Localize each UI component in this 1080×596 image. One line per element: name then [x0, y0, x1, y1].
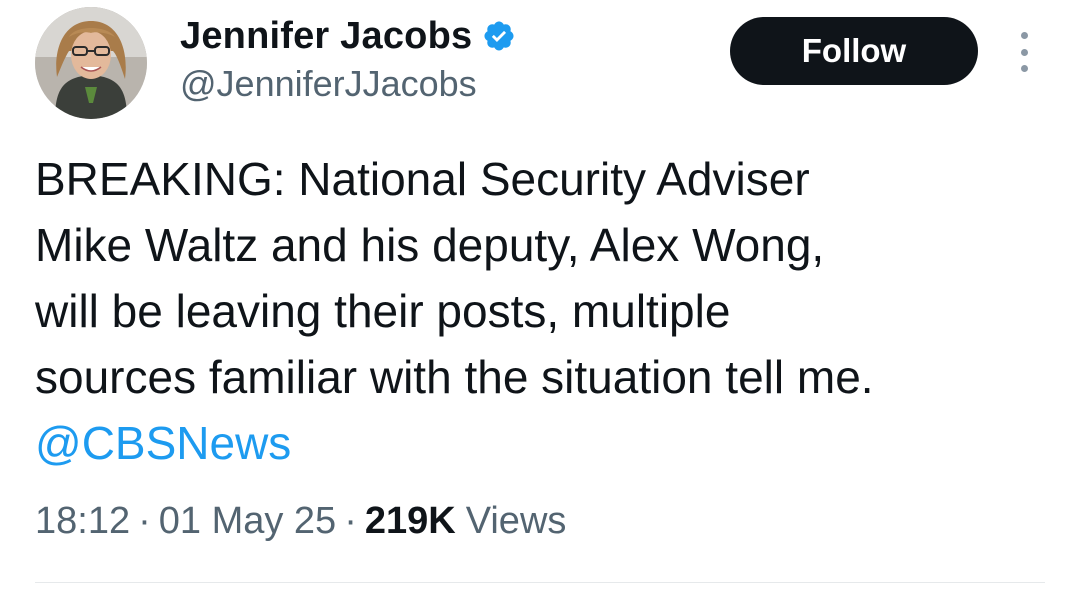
views-count: 219K	[364, 500, 456, 542]
tweet-text-line: will be leaving their posts, multiple	[35, 285, 731, 337]
divider	[35, 582, 1045, 583]
verified-badge-icon	[482, 19, 516, 53]
meta-separator: ·	[138, 500, 151, 542]
avatar-image	[35, 7, 147, 119]
tweet-time[interactable]: 18:12	[35, 500, 130, 543]
tweet-text-line: BREAKING: National Security Adviser	[35, 153, 810, 205]
mention-link[interactable]: @CBSNews	[35, 417, 291, 469]
tweet-meta: 18:12 · 01 May 25 · 219K Views	[35, 500, 566, 543]
tweet-text-line: Mike Waltz and his deputy, Alex Wong,	[35, 219, 825, 271]
tweet-text: BREAKING: National Security Adviser Mike…	[35, 146, 1045, 476]
more-dot	[1020, 48, 1028, 56]
author-avatar[interactable]	[35, 7, 147, 119]
author-name-row: Jennifer Jacobs	[180, 13, 516, 59]
views-label: Views	[465, 500, 567, 542]
tweet-text-line: sources familiar with the situation tell…	[35, 351, 874, 403]
more-dot	[1020, 65, 1028, 72]
author-handle[interactable]: @JenniferJJacobs	[180, 63, 477, 105]
author-display-name[interactable]: Jennifer Jacobs	[180, 15, 472, 58]
tweet-date[interactable]: 01 May 25	[159, 500, 336, 543]
tweet-card: Jennifer Jacobs @JenniferJJacobs Follow …	[0, 0, 1080, 596]
more-dot	[1020, 32, 1028, 39]
meta-separator: ·	[344, 500, 357, 542]
more-vertical-icon[interactable]	[1012, 32, 1036, 72]
follow-button[interactable]: Follow	[730, 17, 978, 85]
